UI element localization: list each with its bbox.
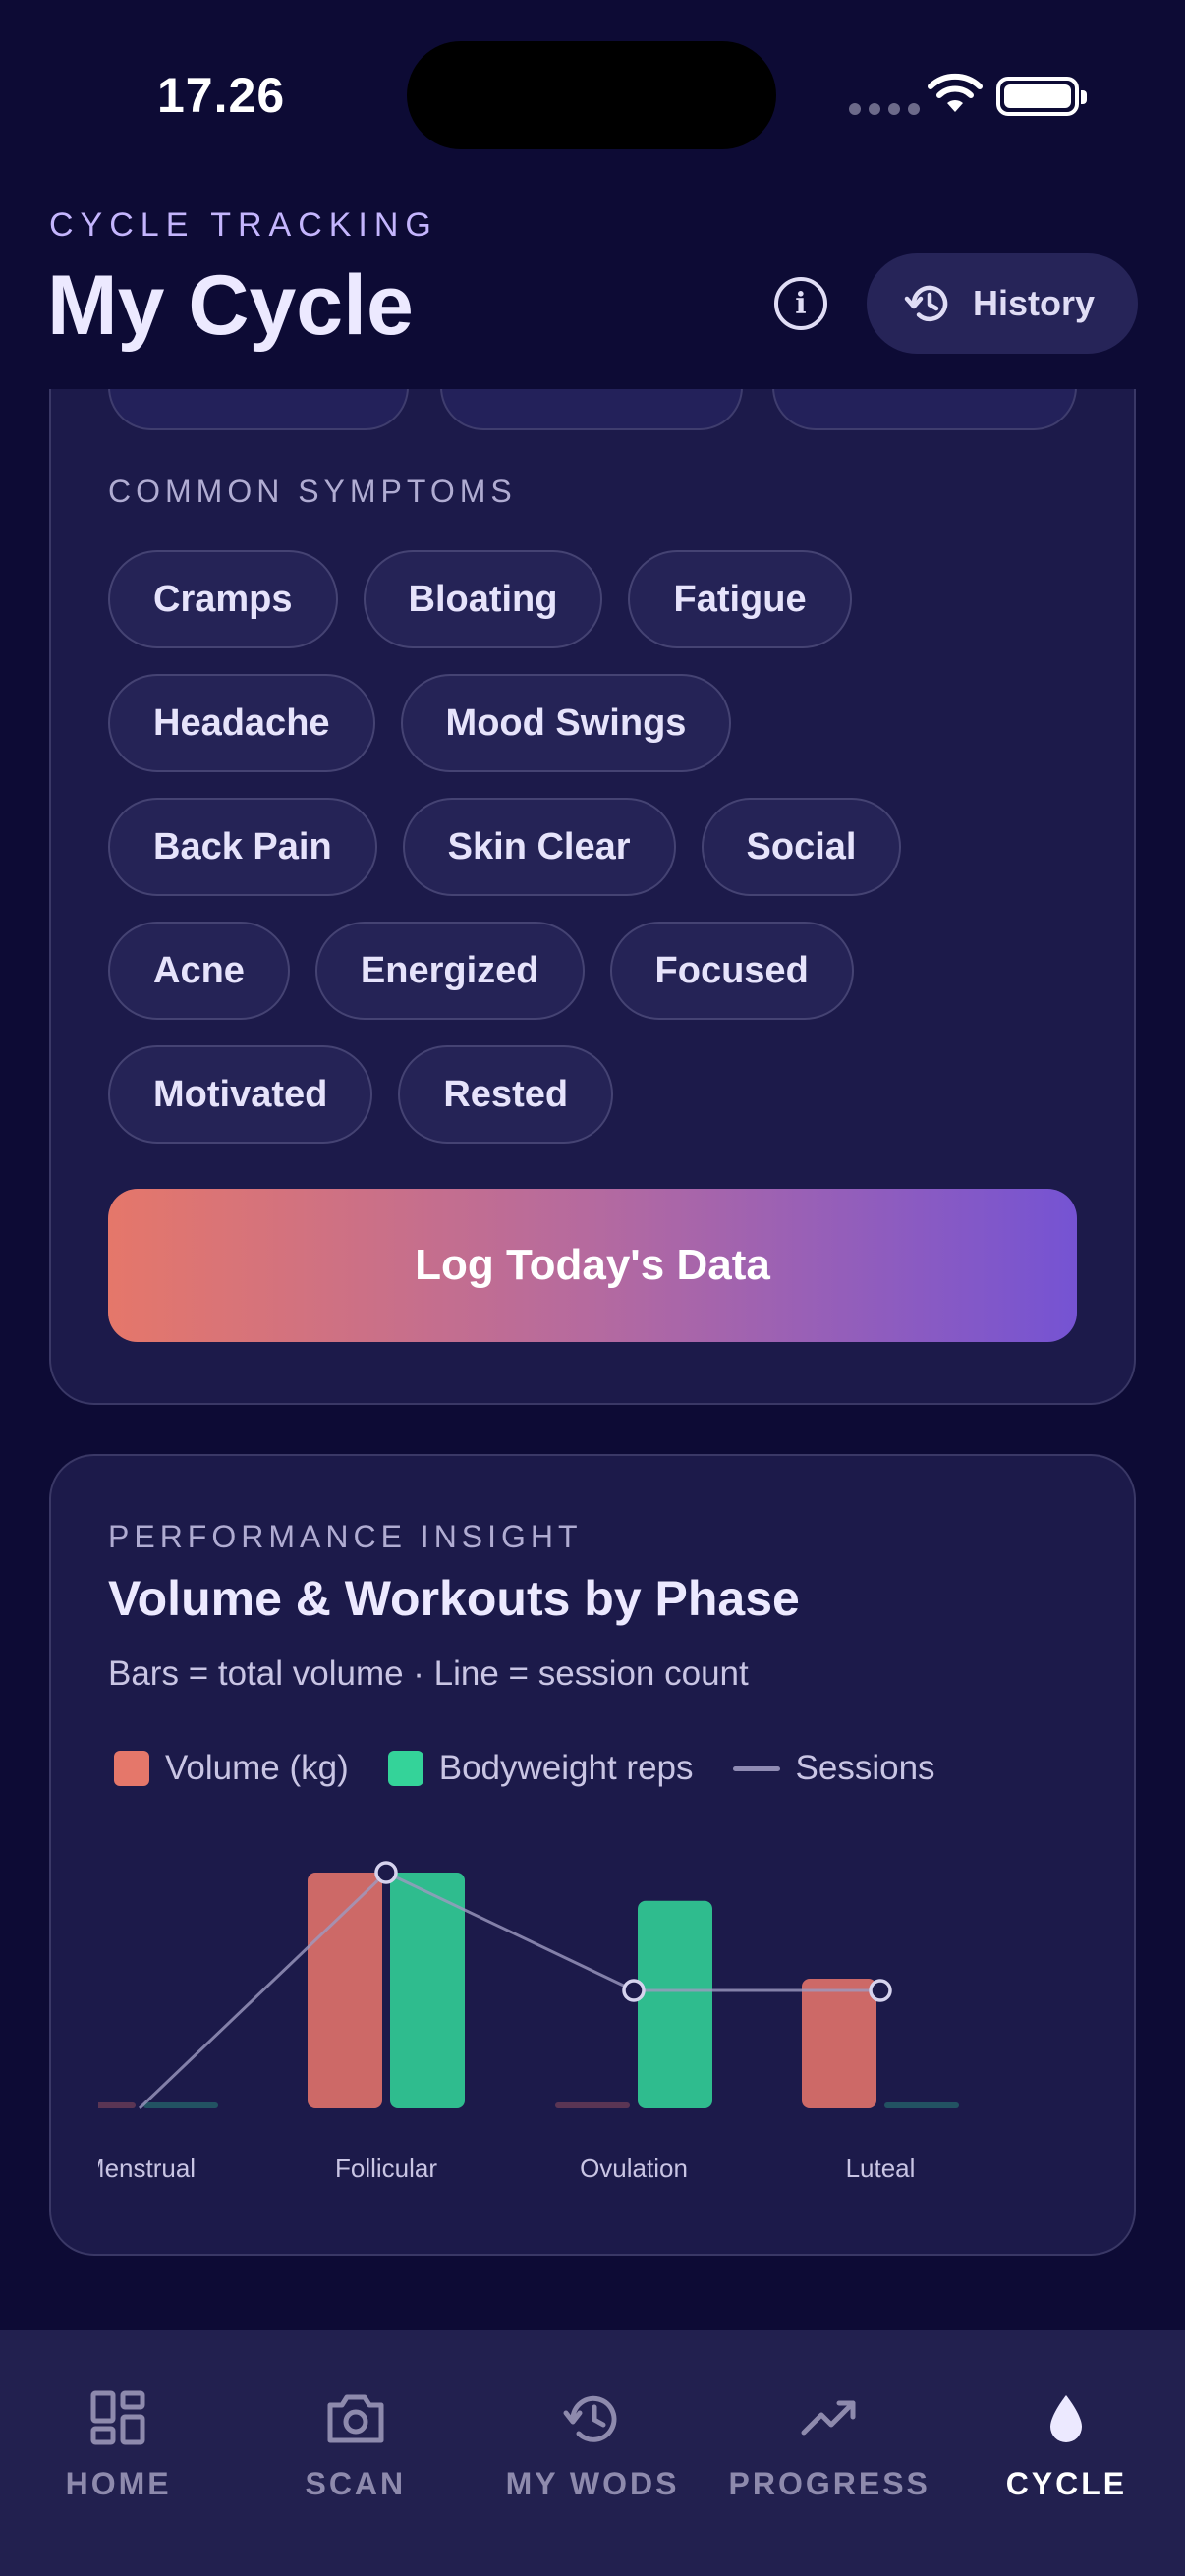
chart-legend: Volume (kg) Bodyweight reps Sessions — [114, 1749, 975, 1788]
nav-scan-label: SCAN — [305, 2466, 407, 2501]
dynamic-island — [407, 41, 776, 149]
x-tick-label: Ovulation — [580, 2154, 688, 2183]
wifi-icon — [928, 73, 983, 112]
bar-volume-ovulation — [555, 2102, 630, 2108]
bar-volume-menstrual — [98, 2102, 136, 2108]
history-icon — [904, 285, 948, 322]
nav-cycle[interactable]: CYCLE — [948, 2330, 1185, 2576]
bar-volume-luteal — [802, 1979, 876, 2108]
legend-bodyweight-label: Bodyweight reps — [438, 1749, 694, 1787]
log-today-button[interactable]: Log Today's Data — [108, 1189, 1077, 1342]
history-button[interactable]: History — [867, 253, 1138, 354]
cycle-screen: COMMON SYMPTOMS Cramps Bloating Fatigue Hea… — [0, 0, 1185, 2576]
symptom-chip[interactable]: Energized — [314, 922, 585, 1020]
nav-scan[interactable]: SCAN — [237, 2330, 474, 2576]
legend-sessions-line — [732, 1765, 780, 1771]
x-tick-label: Menstrual — [98, 2154, 196, 2183]
symptom-chip[interactable]: Fatigue — [628, 550, 852, 648]
nav-my-wods[interactable]: MY WODS — [474, 2330, 710, 2576]
symptom-chip[interactable]: Bloating — [363, 550, 603, 648]
sessions-point-luteal — [869, 1979, 892, 2002]
symptom-chip[interactable]: Skin Clear — [402, 798, 676, 896]
symptom-chip[interactable]: Motivated — [108, 1045, 373, 1144]
legend-volume: Volume (kg) — [114, 1749, 349, 1788]
symptom-chip[interactable]: Acne — [108, 922, 290, 1020]
symptom-chip[interactable]: Social — [701, 798, 902, 896]
symptom-chip[interactable]: Back Pain — [108, 798, 377, 896]
legend-bodyweight: Bodyweight reps — [387, 1749, 694, 1788]
legend-volume-swatch — [114, 1751, 149, 1786]
symptoms-label: COMMON SYMPTOMS — [108, 474, 517, 509]
chip-row: Cramps Bloating Fatigue — [108, 550, 1081, 648]
chip-row: Motivated Rested — [108, 1045, 1081, 1144]
legend-bodyweight-swatch — [387, 1751, 423, 1786]
nav-cycle-label: CYCLE — [1005, 2466, 1128, 2501]
chip-row: Headache Mood Swings — [108, 674, 1081, 772]
header-eyebrow: CYCLE TRACKING — [49, 206, 438, 244]
legend-sessions: Sessions — [732, 1749, 935, 1788]
history-label: History — [973, 283, 1096, 323]
symptom-chip[interactable]: Rested — [398, 1045, 614, 1144]
nav-my-wods-label: MY WODS — [505, 2466, 680, 2501]
page-title: My Cycle — [47, 258, 414, 353]
chip-row: Acne Energized Focused — [108, 922, 1081, 1020]
symptom-chips: Cramps Bloating Fatigue Headache Mood Swings… — [108, 550, 1081, 1169]
bar-bodyweight-follicular — [390, 1873, 465, 2108]
trend-icon — [801, 2400, 856, 2436]
nav-home[interactable]: HOME — [0, 2330, 237, 2576]
legend-sessions-label: Sessions — [795, 1749, 935, 1787]
symptom-chip[interactable]: Headache — [108, 674, 375, 772]
sessions-line — [138, 1871, 880, 2110]
insight-title: Volume & Workouts by Phase — [108, 1571, 800, 1626]
bottom-nav: HOME SCAN MY WODS PROGRESS CYCLE — [0, 2330, 1185, 2576]
status-time: 17.26 — [157, 68, 286, 123]
header: 17.26 CYCLE TRACKING My Cycle i History — [0, 0, 1185, 389]
drop-icon — [1050, 2395, 1083, 2442]
phase-chart: Menstrual Follicular Ovulation Luteal — [98, 1861, 959, 2183]
symptom-chip[interactable]: Cramps — [108, 550, 338, 648]
cellular-signal-icon — [849, 103, 920, 115]
bar-bodyweight-ovulation — [638, 1900, 712, 2108]
bar-bodyweight-luteal — [884, 2102, 959, 2108]
x-tick-label: Luteal — [846, 2154, 916, 2183]
bar-bodyweight-menstrual — [143, 2102, 218, 2108]
nav-home-label: HOME — [65, 2466, 172, 2501]
camera-icon — [327, 2394, 384, 2443]
insight-eyebrow: PERFORMANCE INSIGHT — [108, 1519, 583, 1554]
battery-icon — [996, 77, 1087, 116]
nav-progress-label: PROGRESS — [728, 2466, 931, 2501]
nav-progress[interactable]: PROGRESS — [711, 2330, 948, 2576]
insight-subtitle: Bars = total volume · Line = session cou… — [108, 1654, 749, 1693]
legend-volume-label: Volume (kg) — [165, 1749, 349, 1787]
chip-row: Back Pain Skin Clear Social — [108, 798, 1081, 896]
home-icon — [90, 2390, 145, 2445]
sessions-point-follicular — [374, 1861, 398, 1884]
symptom-chip[interactable]: Focused — [609, 922, 854, 1020]
sessions-point-ovulation — [622, 1979, 646, 2002]
bar-volume-follicular — [308, 1873, 382, 2108]
history-icon — [563, 2395, 617, 2442]
info-icon[interactable]: i — [774, 277, 827, 330]
x-tick-label: Follicular — [335, 2154, 437, 2183]
symptom-chip[interactable]: Mood Swings — [400, 674, 732, 772]
